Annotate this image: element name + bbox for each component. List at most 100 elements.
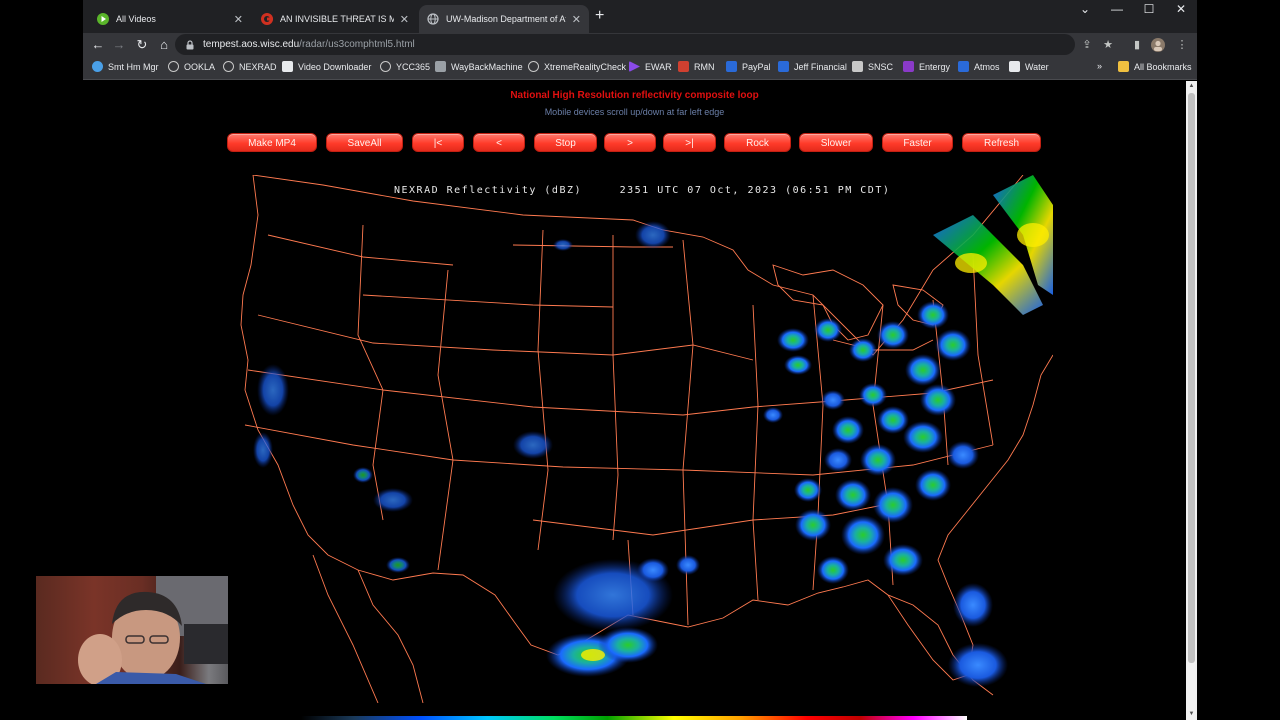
bookmark-item[interactable]: EWAR (629, 61, 672, 72)
menu-kebab-icon[interactable]: ⋮ (1175, 38, 1189, 51)
bookmark-item[interactable]: Smt Hm Mgr (92, 61, 159, 72)
reload-icon[interactable]: ↻ (133, 36, 151, 53)
globe-icon (528, 61, 539, 72)
address-bar[interactable]: tempest.aos.wisc.edu/radar/us3comphtml5.… (175, 34, 1075, 55)
play-icon (629, 61, 640, 72)
forward-icon[interactable]: → (110, 36, 128, 53)
bookmark-item[interactable]: OOKLA (168, 61, 215, 72)
water-drop-icon (1009, 61, 1020, 72)
bookmark-item[interactable]: RMN (678, 61, 715, 72)
lock-icon (185, 39, 195, 50)
next-frame-button[interactable]: > (604, 133, 656, 152)
smarthome-icon (92, 61, 103, 72)
toolbar: ← → ↻ ⌂ tempest.aos.wisc.edu/radar/us3co… (83, 33, 1197, 56)
minimize-icon[interactable]: — (1105, 2, 1129, 16)
back-icon[interactable]: ← (89, 36, 107, 53)
bookmark-label: XtremeRealityCheck (544, 61, 627, 72)
paypal-icon (726, 61, 737, 72)
close-tab-icon[interactable]: ✕ (400, 13, 409, 26)
bookmark-label: SNSC (868, 61, 894, 72)
dbz-color-scale (301, 716, 967, 720)
download-icon (282, 61, 293, 72)
bookmark-label: OOKLA (184, 61, 216, 72)
all-bookmarks-folder[interactable]: All Bookmarks (1118, 61, 1192, 72)
tab-all-videos[interactable]: All Videos ✕ (89, 5, 251, 33)
faster-button[interactable]: Faster (882, 133, 953, 152)
url-path: /radar/us3comphtml5.html (299, 39, 415, 50)
bookmark-item[interactable]: YCC365 (380, 61, 430, 72)
tab-uw-madison[interactable]: UW-Madison Department of Atm ✕ (419, 5, 589, 33)
bookmark-label: NEXRAD (239, 61, 277, 72)
bookmark-label: Water (1025, 61, 1049, 72)
close-tab-icon[interactable]: ✕ (572, 13, 581, 26)
bookmark-label: RMN (694, 61, 715, 72)
scroll-down-icon[interactable]: ▼ (1188, 711, 1195, 718)
tab-title: UW-Madison Department of Atm (446, 14, 566, 24)
bookmark-item[interactable]: Jeff Financial (778, 61, 847, 72)
bookmark-item[interactable]: NEXRAD (223, 61, 277, 72)
bookmarks-bar: Smt Hm Mgr OOKLA NEXRAD Video Downloader… (83, 56, 1197, 80)
bookmark-label: Entergy (919, 61, 951, 72)
bookmark-label: Jeff Financial (794, 61, 847, 72)
ookla-icon (168, 61, 179, 72)
bookmark-label: WayBackMachine (451, 61, 523, 72)
bookmark-item[interactable]: WayBackMachine (435, 61, 523, 72)
previous-frame-button[interactable]: < (473, 133, 525, 152)
refresh-button[interactable]: Refresh (962, 133, 1041, 152)
profile-avatar-icon[interactable] (1151, 38, 1165, 55)
globe-icon (427, 13, 439, 25)
scroll-thumb[interactable] (1188, 93, 1195, 663)
browser-window: All Videos ✕ AN INVISIBLE THREAT IS MICR… (83, 0, 1197, 720)
first-frame-button[interactable]: |< (412, 133, 464, 152)
radar-timestamp: NEXRAD Reflectivity (dBZ) 2351 UTC 07 Oc… (394, 185, 891, 196)
red-c-icon (261, 13, 273, 25)
archive-icon (435, 61, 446, 72)
make-mp4-button[interactable]: Make MP4 (227, 133, 317, 152)
close-tab-icon[interactable]: ✕ (234, 13, 243, 26)
last-frame-button[interactable]: >| (663, 133, 716, 152)
page-scrollbar[interactable]: ▲ ▼ (1186, 81, 1197, 720)
bookmark-item[interactable]: Water (1009, 61, 1049, 72)
bookmark-label: EWAR (645, 61, 672, 72)
close-window-icon[interactable]: ✕ (1169, 2, 1193, 16)
overflow-label: » (1097, 61, 1103, 71)
maximize-icon[interactable]: ☐ (1137, 2, 1161, 16)
webcam-person (78, 576, 228, 684)
side-panel-icon[interactable]: ▮ (1130, 38, 1144, 51)
bookmark-item[interactable]: PayPal (726, 61, 771, 72)
stop-button[interactable]: Stop (534, 133, 597, 152)
northeast-band (933, 175, 1053, 315)
atmos-icon (958, 61, 969, 72)
slower-button[interactable]: Slower (799, 133, 873, 152)
url-host: tempest.aos.wisc.edu (203, 39, 300, 50)
share-icon[interactable]: ⇪ (1080, 38, 1094, 51)
bookmark-item[interactable]: SNSC (852, 61, 893, 72)
gulf-echoes (546, 555, 700, 677)
webcam-overlay (36, 576, 228, 684)
page-title: National High Resolution reflectivity co… (510, 90, 759, 101)
tab-title: All Videos (116, 14, 156, 24)
all-bookmarks-label: All Bookmarks (1134, 61, 1192, 72)
tab-invisible-threat[interactable]: AN INVISIBLE THREAT IS MICROW ✕ (253, 5, 417, 33)
bookmark-item[interactable]: Video Downloader (282, 61, 371, 72)
snsc-icon (852, 61, 863, 72)
bookmark-item[interactable]: Atmos (958, 61, 1000, 72)
bookmark-item[interactable]: Entergy (903, 61, 950, 72)
folder-icon (1118, 61, 1129, 72)
bookmark-label: PayPal (742, 61, 771, 72)
scroll-up-icon[interactable]: ▲ (1188, 83, 1195, 90)
east-echoes (763, 301, 1008, 687)
bookmark-label: YCC365 (396, 61, 431, 72)
bookmarks-overflow-button[interactable]: » (1097, 61, 1102, 71)
save-all-button[interactable]: SaveAll (326, 133, 403, 152)
rmn-icon (678, 61, 689, 72)
new-tab-button[interactable]: + (595, 8, 604, 24)
tab-search-chevron-icon[interactable]: ⌄ (1073, 2, 1097, 16)
west-echoes (253, 221, 671, 573)
bookmark-item[interactable]: XtremeRealityCheck (528, 61, 626, 72)
bookmark-star-icon[interactable]: ★ (1101, 38, 1115, 51)
play-icon (97, 13, 109, 25)
bookmark-label: Atmos (974, 61, 1000, 72)
home-icon[interactable]: ⌂ (155, 36, 173, 53)
rock-button[interactable]: Rock (724, 133, 791, 152)
